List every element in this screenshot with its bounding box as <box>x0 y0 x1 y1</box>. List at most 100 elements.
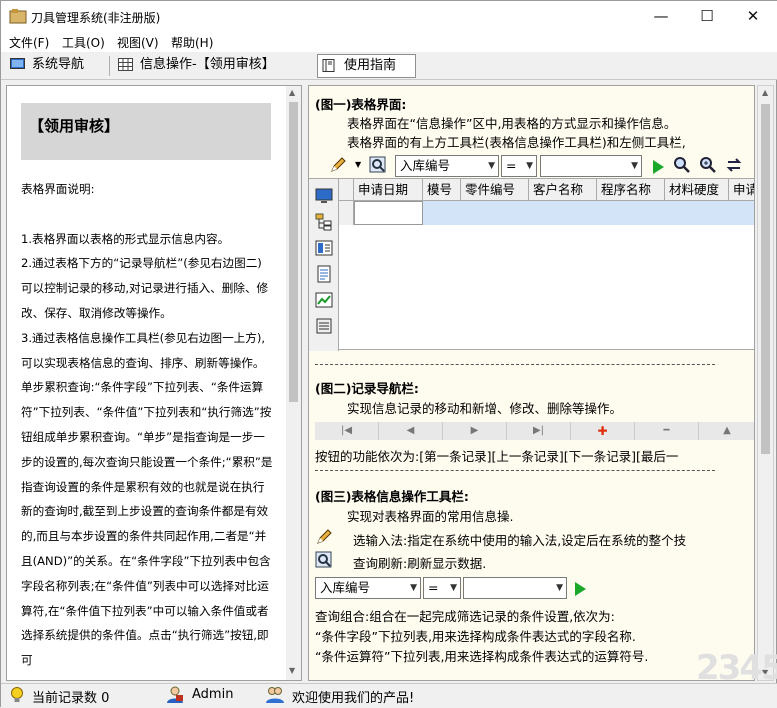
tab-info-operation[interactable]: 信息操作-【领用审核】 <box>114 54 314 78</box>
field-select[interactable]: 入库编号 ▼ <box>395 155 499 177</box>
nav-next-button[interactable]: ▶ <box>443 422 507 440</box>
nav-delete-button[interactable]: ━ <box>635 422 699 440</box>
run-filter-icon <box>575 582 586 596</box>
fig3-line1: 实现对表格界面的常用信息操. <box>347 509 514 524</box>
sort-icon[interactable] <box>725 156 743 174</box>
tab-label: 系统导航 <box>32 57 85 72</box>
field-select-value: 入库编号 <box>400 158 451 173</box>
operator-select-value: = <box>506 158 517 173</box>
grid-col-program[interactable]: 程序名称 <box>597 179 665 201</box>
chevron-down-icon: ▼ <box>450 583 457 593</box>
monitor-icon <box>10 58 25 69</box>
fig2-title: (图二)记录导航栏: <box>315 381 419 396</box>
chevron-down-icon: ▼ <box>631 161 638 171</box>
help-heading: 【领用审核】 <box>21 103 271 160</box>
section-divider <box>315 470 715 471</box>
scroll-up-arrow[interactable]: ▲ <box>762 88 768 97</box>
right-guide-pane: (图一)表格界面: 表格界面在“信息操作”区中,用表格的方式显示和操作信息。 表… <box>308 85 755 681</box>
fig3-field-value: 入库编号 <box>320 580 371 595</box>
nav-last-button[interactable]: ▶| <box>507 422 571 440</box>
run-filter-icon[interactable] <box>649 158 667 176</box>
nav-edit-button[interactable]: ▲ <box>699 422 754 440</box>
print-icon[interactable] <box>315 317 333 335</box>
tree-icon[interactable] <box>315 213 333 231</box>
fig3-operator-select: = ▼ <box>423 577 461 599</box>
left-help-pane: 【领用审核】 表格界面说明: 1.表格界面以表格的形式显示信息内容。 2.通过表… <box>6 85 302 681</box>
grid-col-apply[interactable]: 申请 <box>729 179 754 201</box>
menu-tools[interactable]: 工具(O) <box>62 34 105 51</box>
minimize-button[interactable]: — <box>638 1 684 32</box>
maximize-button[interactable]: ☐ <box>684 1 730 32</box>
search-icon[interactable] <box>673 156 691 174</box>
grid-col-part-no[interactable]: 零件编号 <box>461 179 529 201</box>
scroll-up-arrow[interactable]: ▲ <box>289 88 295 97</box>
data-grid: 申请日期 模号 零件编号 客户名称 程序名称 材料硬度 申请 <box>309 178 754 351</box>
menu-help[interactable]: 帮助(H) <box>171 34 213 51</box>
book-icon <box>322 59 335 72</box>
fig2-line2: 按钮的功能依次为:[第一条记录][上一条记录][下一条记录][最后一 <box>315 449 679 464</box>
grid-row-highlight[interactable] <box>423 201 754 225</box>
menu-view[interactable]: 视图(V) <box>117 34 159 51</box>
tab-divider <box>109 56 110 76</box>
tab-label: 信息操作-【领用审核】 <box>140 57 275 72</box>
tab-system-nav[interactable]: 系统导航 <box>6 54 106 78</box>
grid-col-hardness[interactable]: 材料硬度 <box>665 179 729 201</box>
right-scroll-thumb[interactable] <box>761 104 770 454</box>
fig1-title: (图一)表格界面: <box>315 97 407 112</box>
chevron-down-icon: ▼ <box>526 161 533 171</box>
document-icon[interactable] <box>315 265 333 283</box>
tab-user-guide[interactable]: 使用指南 <box>317 54 416 78</box>
help-body-text: 表格界面说明: 1.表格界面以表格的形式显示信息内容。 2.通过表格下方的“记录… <box>21 182 273 668</box>
grid-col-apply-date[interactable]: 申请日期 <box>354 179 423 201</box>
window-title: 刀具管理系统(非注册版) <box>31 11 161 25</box>
fig1-line1: 表格界面在“信息操作”区中,用表格的方式显示和操作信息。 <box>347 116 677 131</box>
welcome-message: 欢迎使用我们的产品! <box>292 691 415 706</box>
operator-select[interactable]: = ▼ <box>501 155 537 177</box>
chart-icon[interactable] <box>315 291 333 309</box>
fig3-title: (图三)表格信息操作工具栏: <box>315 489 469 504</box>
chevron-down-icon[interactable]: ▼ <box>355 160 361 169</box>
nav-prev-button[interactable]: ◀ <box>379 422 443 440</box>
right-scrollbar[interactable]: ▲ ▼ <box>757 85 774 681</box>
refresh-search-icon <box>315 551 332 568</box>
fig3-field-select: 入库编号 ▼ <box>315 577 421 599</box>
left-help-content: 【领用审核】 表格界面说明: 1.表格界面以表格的形式显示信息内容。 2.通过表… <box>17 99 283 679</box>
tab-label: 使用指南 <box>344 58 397 73</box>
chevron-down-icon: ▼ <box>556 583 563 593</box>
grid-cell-selected[interactable] <box>354 201 423 225</box>
lightbulb-icon <box>11 687 23 702</box>
nav-add-button[interactable]: ✚ <box>571 422 635 440</box>
left-scroll-thumb[interactable] <box>289 102 298 402</box>
grid-row-indicator[interactable] <box>339 201 354 225</box>
grid-col-mold-no[interactable]: 模号 <box>423 179 461 201</box>
user-icon <box>167 686 183 703</box>
close-button[interactable]: ✕ <box>730 1 776 32</box>
menu-file[interactable]: 文件(F) <box>9 34 49 51</box>
fig3-line5: “条件字段”下拉列表,用来选择构成条件表达式的字段名称. <box>315 629 636 644</box>
pencil-icon <box>317 529 332 544</box>
grid-col-customer[interactable]: 客户名称 <box>529 179 597 201</box>
pencil-icon[interactable] <box>329 156 347 174</box>
fig3-line2: 选输入法:指定在系统中使用的输入法,设定后在系统的整个技 <box>353 533 687 548</box>
nav-first-button[interactable]: |◀ <box>315 422 379 440</box>
app-window: 刀具管理系统(非注册版) — ☐ ✕ 文件(F) 工具(O) 视图(V) 帮助(… <box>0 0 777 708</box>
grid-indicator-header <box>339 179 354 201</box>
guide-content: (图一)表格界面: 表格界面在“信息操作”区中,用表格的方式显示和操作信息。 表… <box>309 86 754 680</box>
fig3-operator-value: = <box>428 580 439 595</box>
monitor-icon[interactable] <box>315 187 333 205</box>
fig3-value-select: ▼ <box>463 577 567 599</box>
refresh-search-icon[interactable] <box>369 156 387 174</box>
scroll-down-arrow[interactable]: ▼ <box>289 666 295 675</box>
left-scrollbar[interactable]: ▲ ▼ <box>286 86 301 680</box>
current-user: Admin <box>192 687 234 702</box>
fig3-line6: “条件运算符”下拉列表,用来选择构成条件表达式的运算符号. <box>315 649 649 664</box>
value-select[interactable]: ▼ <box>540 155 642 177</box>
watermark-logo: 2345 <box>696 648 777 688</box>
section-divider <box>315 364 715 365</box>
fig3-line3: 查询刷新:刷新显示数据. <box>353 556 487 571</box>
fig3-line4: 查询组合:组合在一起完成筛选记录的条件设置,依次为: <box>315 609 615 624</box>
search-plus-icon[interactable] <box>699 156 717 174</box>
fig1-line2: 表格界面的有上方工具栏(表格信息操作工具栏)和左侧工具栏, <box>347 135 686 150</box>
users-icon <box>266 687 284 703</box>
form-icon[interactable] <box>315 239 333 257</box>
